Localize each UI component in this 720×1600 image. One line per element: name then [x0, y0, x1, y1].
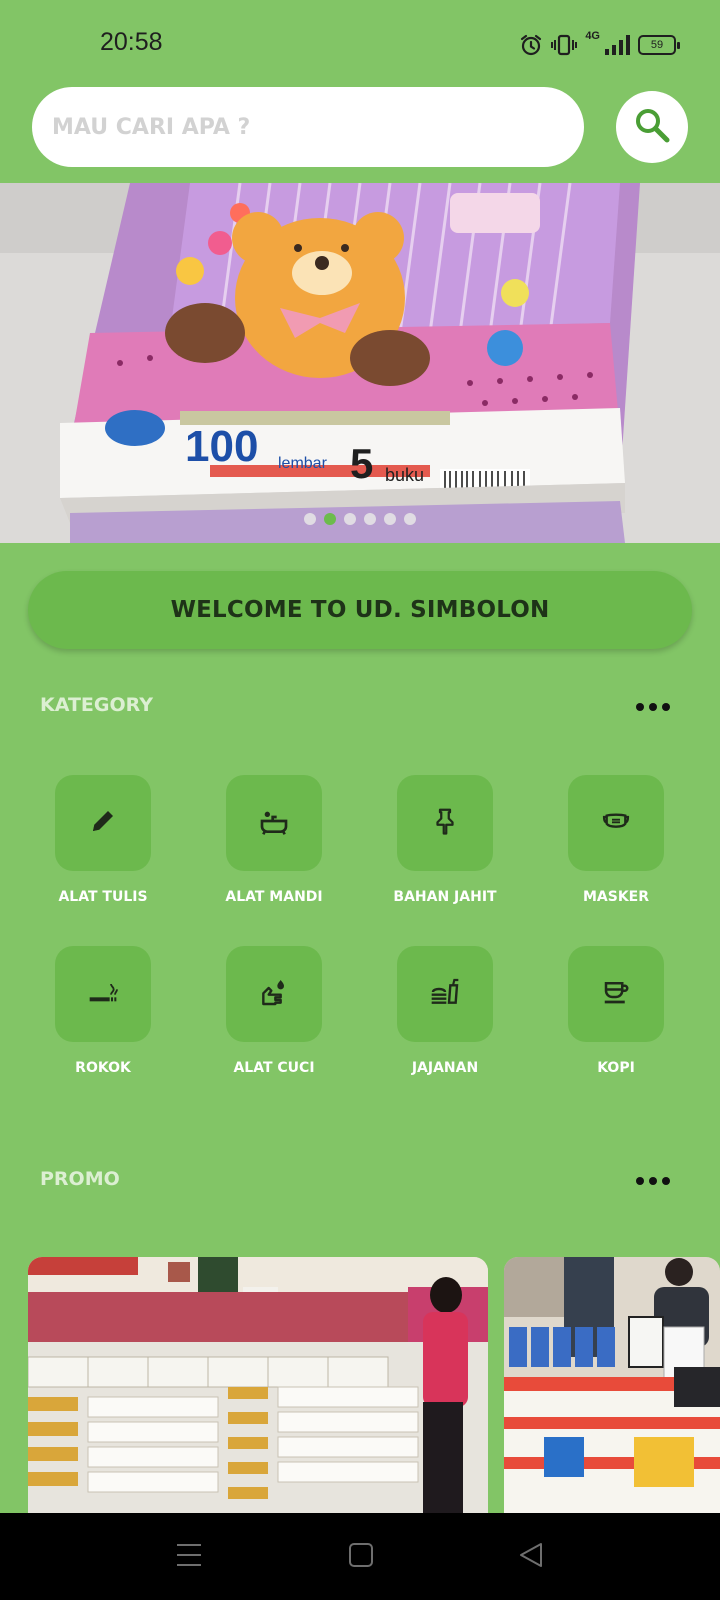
category-rokok[interactable]: ROKOK [33, 946, 173, 1076]
category-tile[interactable] [55, 946, 151, 1042]
status-time: 20:58 [100, 28, 163, 56]
carousel-dot[interactable] [404, 513, 416, 525]
category-tile[interactable] [568, 946, 664, 1042]
promo-more-button[interactable] [636, 1177, 670, 1185]
category-tile[interactable] [397, 775, 493, 871]
system-nav-bar [0, 1513, 720, 1600]
category-label: ROKOK [75, 1060, 131, 1076]
banner-image: 100 lembar 5 buku [0, 183, 720, 543]
search-input[interactable] [32, 87, 584, 167]
more-dot [649, 703, 657, 711]
vibrate-icon [551, 33, 578, 57]
alarm-icon [519, 33, 543, 57]
category-jajanan[interactable]: JAJANAN [375, 946, 515, 1076]
svg-text:5: 5 [350, 440, 373, 487]
bathtub-icon [258, 805, 290, 841]
promo-title: PROMO [40, 1168, 120, 1190]
status-icons: 4G 59 [519, 30, 680, 60]
category-kopi[interactable]: KOPI [546, 946, 686, 1076]
search-button[interactable] [616, 91, 688, 163]
back-nav-button[interactable] [518, 1541, 544, 1573]
welcome-button[interactable]: WELCOME TO UD. SIMBOLON [28, 571, 692, 649]
category-more-button[interactable] [636, 703, 670, 711]
svg-text:buku: buku [385, 465, 424, 485]
mask-icon [600, 805, 632, 841]
svg-text:100: 100 [185, 422, 258, 471]
signal-icon [604, 33, 630, 57]
category-tile[interactable] [226, 775, 322, 871]
category-label: ALAT CUCI [233, 1060, 315, 1076]
category-label: BAHAN JAHIT [393, 889, 497, 905]
promo-image [28, 1257, 488, 1513]
svg-text:lembar: lembar [278, 455, 328, 472]
status-bar: 20:58 4G 59 [0, 0, 720, 88]
category-tile[interactable] [397, 946, 493, 1042]
fastfood-icon [429, 976, 461, 1012]
category-label: ALAT TULIS [58, 889, 148, 905]
home-nav-button[interactable] [348, 1541, 374, 1573]
pencil-icon [88, 806, 118, 840]
carousel-dot[interactable] [304, 513, 316, 525]
home-icon [348, 1543, 374, 1573]
search-icon [632, 105, 672, 149]
pin-icon [430, 806, 460, 840]
category-alat-tulis[interactable]: ALAT TULIS [33, 775, 173, 905]
more-dot [662, 703, 670, 711]
carousel-dot[interactable] [384, 513, 396, 525]
back-icon [518, 1543, 544, 1573]
category-title: KATEGORY [40, 694, 153, 716]
smoking-icon [87, 976, 119, 1012]
hand-wash-icon [258, 976, 290, 1012]
category-bahan-jahit[interactable]: BAHAN JAHIT [375, 775, 515, 905]
more-dot [649, 1177, 657, 1185]
more-dot [662, 1177, 670, 1185]
carousel-indicator [0, 513, 720, 525]
carousel-dot-active[interactable] [324, 513, 336, 525]
carousel-dot[interactable] [344, 513, 356, 525]
category-masker[interactable]: MASKER [546, 775, 686, 905]
category-tile[interactable] [226, 946, 322, 1042]
category-label: JAJANAN [411, 1060, 479, 1076]
carousel-dot[interactable] [364, 513, 376, 525]
category-alat-mandi[interactable]: ALAT MANDI [204, 775, 344, 905]
promo-image [504, 1257, 720, 1513]
promo-card[interactable] [28, 1257, 488, 1513]
promo-card[interactable] [504, 1257, 720, 1513]
category-label: KOPI [597, 1060, 635, 1076]
more-dot [636, 1177, 644, 1185]
category-tile[interactable] [55, 775, 151, 871]
menu-icon [176, 1544, 202, 1573]
coffee-icon [601, 977, 631, 1011]
category-label: ALAT MANDI [225, 889, 323, 905]
network-type: 4G [585, 30, 600, 42]
category-label: MASKER [582, 889, 650, 905]
category-tile[interactable] [568, 775, 664, 871]
menu-nav-button[interactable] [176, 1541, 202, 1573]
battery-icon: 59 [638, 35, 680, 55]
category-alat-cuci[interactable]: ALAT CUCI [204, 946, 344, 1076]
more-dot [636, 703, 644, 711]
banner-carousel[interactable]: 100 lembar 5 buku [0, 183, 720, 543]
